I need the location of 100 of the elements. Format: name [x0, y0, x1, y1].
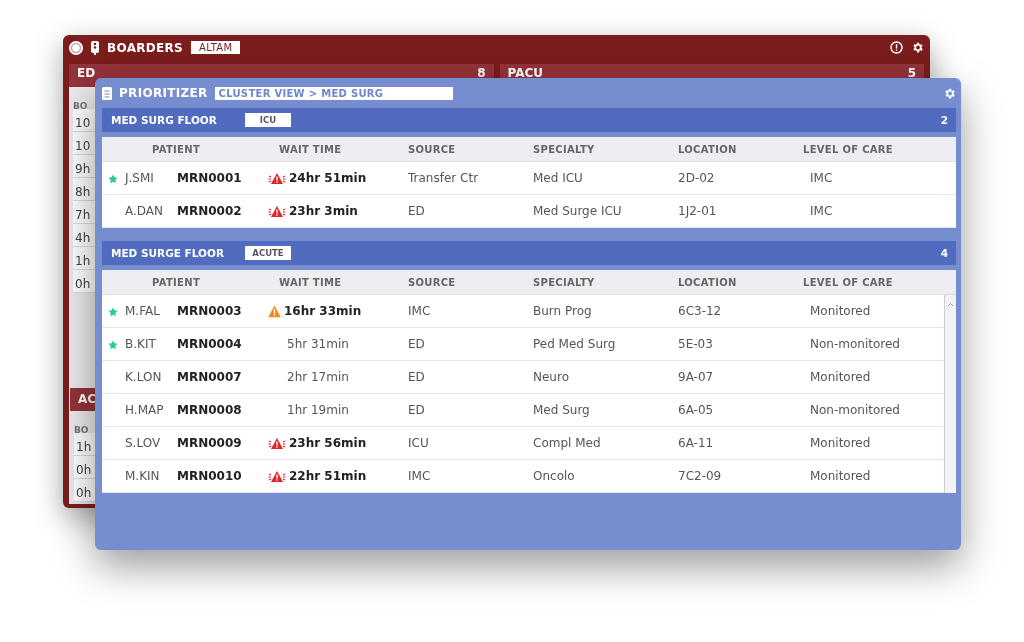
patient-count: 4 — [940, 247, 948, 259]
table-cell: 1h — [75, 254, 91, 268]
column-header[interactable]: SPECIALTY — [533, 143, 678, 155]
specialty: Compl Med — [533, 436, 602, 450]
patient-row[interactable]: A.DAN MRN0002 23hr 3min ED Med Surge ICU 1J2-01 IMC — [102, 195, 956, 228]
specialty: Med Surge ICU — [533, 204, 623, 218]
column-header[interactable]: PATIENT — [102, 143, 268, 155]
table-cell: 10 — [75, 116, 91, 130]
alarm-icon — [268, 204, 286, 218]
star-icon — [108, 306, 118, 317]
specialty: Burn Prog — [533, 304, 593, 318]
panel-title: ED — [77, 66, 96, 80]
column-header[interactable]: SOURCE — [408, 276, 533, 288]
location: 1J2-01 — [678, 204, 718, 218]
alarm-icon — [268, 436, 286, 450]
traffic-light-icon — [91, 40, 99, 55]
patient-row[interactable]: M.KIN MRN0010 22hr 51min IMC Oncolo 7C2-09 Monitored — [102, 460, 944, 493]
patient-name: J.SMI — [124, 171, 155, 185]
patient-row[interactable]: K.LON MRN0007 2hr 17min ED Neuro 9A-07 Monitored — [102, 361, 944, 394]
mrn: MRN0004 — [176, 337, 243, 351]
breadcrumb[interactable]: CLUSTER VIEW > MED SURG — [214, 86, 453, 100]
level-of-care: Monitored — [809, 370, 872, 384]
location: 6A-11 — [678, 436, 715, 450]
patient-row[interactable]: H.MAP MRN0008 1hr 19min ED Med Surg 6A-05 Non-monitored — [102, 394, 944, 427]
specialty: Ped Med Surg — [533, 337, 617, 351]
specialty: Med Surg — [533, 403, 591, 417]
column-header[interactable]: WAIT TIME — [268, 143, 408, 155]
level-of-care: Non-monitored — [809, 403, 901, 417]
column-header[interactable]: SPECIALTY — [533, 276, 678, 288]
patient-name: K.LON — [124, 370, 163, 384]
column-header[interactable]: PATIENT — [102, 276, 268, 288]
window-title: BOARDERS — [107, 40, 183, 55]
level-of-care: IMC — [809, 171, 834, 185]
section-title: MED SURG FLOOR — [111, 114, 218, 126]
wait-time: 22hr 51min — [289, 469, 367, 483]
panel-title: PACU — [507, 66, 544, 80]
level-of-care: IMC — [809, 204, 834, 218]
location: 6C3-12 — [678, 304, 723, 318]
column-header: BO — [74, 425, 89, 435]
patient-row[interactable]: B.KIT MRN0004 5hr 31min ED Ped Med Surg 5E-03 Non-monitored — [102, 328, 944, 361]
location: 2D-02 — [678, 171, 716, 185]
wait-time: 1hr 19min — [287, 403, 349, 417]
table-cell: 8h — [75, 185, 91, 199]
star-icon — [108, 173, 118, 184]
table-cell: 9h — [75, 162, 91, 176]
patient-row[interactable]: M.FAL MRN0003 16hr 33min IMC Burn Prog 6C3-12 Monitored — [102, 295, 944, 328]
level-of-care: Non-monitored — [809, 337, 901, 351]
level-of-care: Monitored — [809, 304, 872, 318]
source: ED — [408, 370, 426, 384]
source: ED — [408, 337, 426, 351]
mrn: MRN0002 — [176, 204, 243, 218]
source: Transfer Ctr — [408, 171, 480, 185]
info-icon[interactable] — [890, 41, 903, 54]
column-header[interactable]: LOCATION — [678, 143, 803, 155]
specialty: Neuro — [533, 370, 570, 384]
patient-name: M.FAL — [124, 304, 161, 318]
patient-name: A.DAN — [124, 204, 165, 218]
patient-name: S.LOV — [124, 436, 162, 450]
facility-tag: ALTAM — [191, 41, 241, 54]
patient-name: B.KIT — [124, 337, 157, 351]
window-title: PRIORITIZER — [119, 86, 208, 100]
table-cell: 4h — [75, 231, 91, 245]
section-title: MED SURGE FLOOR — [111, 247, 226, 259]
source: IMC — [408, 469, 432, 483]
mrn: MRN0008 — [176, 403, 243, 417]
location: 7C2-09 — [678, 469, 723, 483]
column-header[interactable]: WAIT TIME — [268, 276, 408, 288]
wait-time: 24hr 51min — [289, 171, 367, 185]
location: 5E-03 — [678, 337, 714, 351]
scrollbar[interactable] — [944, 295, 956, 493]
unit-tag: ACUTE — [245, 246, 291, 260]
mrn: MRN0003 — [176, 304, 243, 318]
column-header: BO — [73, 101, 88, 111]
warning-icon — [268, 304, 281, 318]
wait-time: 23hr 3min — [289, 204, 358, 218]
mrn: MRN0007 — [176, 370, 243, 384]
wait-time: 16hr 33min — [284, 304, 362, 318]
unit-tag: ICU — [245, 113, 291, 127]
source: ICU — [408, 436, 430, 450]
table-cell: 0h — [76, 463, 92, 477]
alarm-icon — [268, 469, 286, 483]
panel-count: 8 — [477, 66, 486, 80]
wait-time: 23hr 56min — [289, 436, 367, 450]
column-header[interactable]: LOCATION — [678, 276, 803, 288]
patient-row[interactable]: S.LOV MRN0009 23hr 56min ICU Compl Med 6A-11 Monitored — [102, 427, 944, 460]
star-icon — [108, 339, 118, 350]
table-cell: 7h — [75, 208, 91, 222]
table-cell: 10 — [75, 139, 91, 153]
column-header[interactable]: SOURCE — [408, 143, 533, 155]
table-cell: 0h — [76, 486, 92, 500]
patient-name: H.MAP — [124, 403, 165, 417]
column-header[interactable]: LEVEL OF CARE — [803, 276, 956, 288]
clipboard-icon — [102, 86, 112, 100]
panel-title: AC — [78, 391, 97, 406]
panel-count: 5 — [907, 66, 916, 80]
settings-icon[interactable] — [911, 41, 924, 54]
mrn: MRN0001 — [176, 171, 243, 185]
patient-row[interactable]: J.SMI MRN0001 24hr 51min Transfer Ctr Med ICU 2D-02 IMC — [102, 162, 956, 195]
patient-count: 2 — [940, 114, 948, 126]
column-header[interactable]: LEVEL OF CARE — [803, 143, 956, 155]
